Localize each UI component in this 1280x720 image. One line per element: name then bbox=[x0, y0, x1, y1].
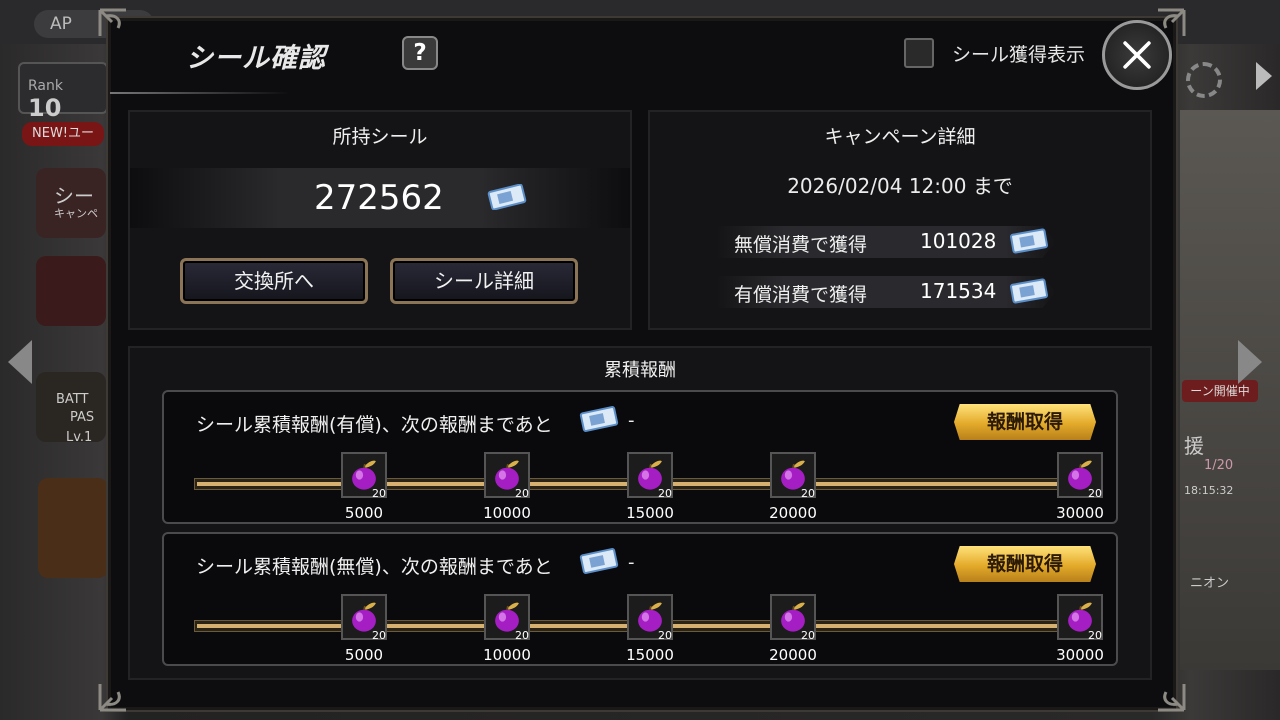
owned-amount: 272562 bbox=[314, 178, 444, 218]
banner-side-button bbox=[38, 478, 108, 578]
new-badge: NEW!ユー bbox=[22, 122, 104, 146]
remaining-value: - bbox=[628, 410, 635, 431]
paid-consume-value: 171534 bbox=[920, 279, 997, 303]
seal-gain-display-checkbox[interactable] bbox=[904, 38, 934, 68]
seal-ticket-icon bbox=[578, 548, 620, 574]
chevron-right-icon bbox=[1256, 62, 1272, 90]
reward-quantity: 20 bbox=[658, 629, 672, 642]
side-label-8: ニオン bbox=[1190, 576, 1230, 591]
reward-quantity: 20 bbox=[372, 629, 386, 642]
reward-item-slot[interactable]: 20 bbox=[627, 594, 673, 642]
reward-item-slot[interactable]: 20 bbox=[1057, 594, 1103, 642]
milestone-threshold: 20000 bbox=[769, 504, 817, 522]
reward-quantity: 20 bbox=[801, 487, 815, 500]
seal-ticket-icon bbox=[1008, 228, 1050, 254]
owned-header: 所持シール bbox=[332, 126, 428, 148]
free-consume-label: 無償消費で獲得 bbox=[734, 234, 868, 256]
next-arrow-icon bbox=[1238, 340, 1262, 384]
track-title: シール累積報酬(有償)、次の報酬まであと bbox=[196, 414, 553, 436]
title-underline bbox=[110, 92, 290, 94]
reward-item-slot[interactable]: 20 bbox=[627, 452, 673, 500]
reward-quantity: 20 bbox=[515, 629, 529, 642]
side-label-7: 18:15:32 bbox=[1184, 484, 1234, 497]
side-label-6: 1/20 bbox=[1204, 458, 1234, 473]
milestone-threshold: 15000 bbox=[626, 504, 674, 522]
side-label-3: PAS bbox=[70, 410, 95, 425]
gear-icon bbox=[1186, 62, 1222, 98]
reward-item-slot[interactable]: 20 bbox=[484, 452, 530, 500]
remaining-value: - bbox=[628, 552, 635, 573]
milestone-threshold: 30000 bbox=[1056, 646, 1104, 664]
seal-ticket-icon bbox=[1008, 278, 1050, 304]
reward-item-slot[interactable]: 20 bbox=[341, 594, 387, 642]
side-label-5: 援 bbox=[1184, 434, 1204, 458]
reward-item-slot[interactable]: 20 bbox=[770, 594, 816, 642]
reward-item-slot[interactable]: 20 bbox=[341, 452, 387, 500]
rank-value: 10 bbox=[28, 94, 62, 122]
ornament-corner-icon bbox=[96, 6, 142, 52]
help-button[interactable]: ? bbox=[402, 36, 438, 70]
reward-quantity: 20 bbox=[658, 487, 672, 500]
milestone-threshold: 30000 bbox=[1056, 504, 1104, 522]
side-label-2: BATT bbox=[56, 392, 89, 407]
campaign-header: キャンペーン詳細 bbox=[824, 126, 976, 148]
event-side-button bbox=[36, 256, 106, 326]
close-icon bbox=[1123, 41, 1151, 69]
seal-ticket-icon bbox=[578, 406, 620, 432]
reward-item-slot[interactable]: 20 bbox=[1057, 452, 1103, 500]
milestone-threshold: 10000 bbox=[483, 504, 531, 522]
prev-arrow-icon bbox=[8, 340, 32, 384]
seal-detail-button[interactable]: シール詳細 bbox=[390, 258, 578, 304]
side-label-1: キャンペ bbox=[54, 207, 98, 220]
close-button[interactable] bbox=[1102, 20, 1172, 90]
milestone-threshold: 10000 bbox=[483, 646, 531, 664]
claim-reward-button[interactable]: 報酬取得 bbox=[954, 404, 1096, 440]
rewards-header: 累積報酬 bbox=[604, 360, 676, 381]
campaign-deadline: 2026/02/04 12:00 まで bbox=[787, 174, 1013, 198]
exchange-button[interactable]: 交換所へ bbox=[180, 258, 368, 304]
side-label-4: Lv.1 bbox=[66, 430, 93, 445]
free-consume-value: 101028 bbox=[920, 229, 997, 253]
seal-gain-display-label: シール獲得表示 bbox=[952, 44, 1086, 66]
rank-label: Rank bbox=[28, 78, 63, 94]
reward-quantity: 20 bbox=[1088, 487, 1102, 500]
track-title: シール累積報酬(無償)、次の報酬まであと bbox=[196, 556, 553, 578]
reward-quantity: 20 bbox=[801, 629, 815, 642]
paid-consume-label: 有償消費で獲得 bbox=[734, 284, 868, 306]
reward-quantity: 20 bbox=[515, 487, 529, 500]
dialog-title: シール確認 bbox=[186, 43, 326, 74]
reward-item-slot[interactable]: 20 bbox=[770, 452, 816, 500]
reward-quantity: 20 bbox=[1088, 629, 1102, 642]
reward-item-slot[interactable]: 20 bbox=[484, 594, 530, 642]
reward-quantity: 20 bbox=[372, 487, 386, 500]
milestone-threshold: 15000 bbox=[626, 646, 674, 664]
rank-display: Rank 10 bbox=[18, 62, 108, 122]
claim-reward-button[interactable]: 報酬取得 bbox=[954, 546, 1096, 582]
seal-ticket-icon bbox=[486, 183, 528, 211]
milestone-threshold: 5000 bbox=[344, 504, 384, 522]
milestone-threshold: 5000 bbox=[344, 646, 384, 664]
milestone-threshold: 20000 bbox=[769, 646, 817, 664]
